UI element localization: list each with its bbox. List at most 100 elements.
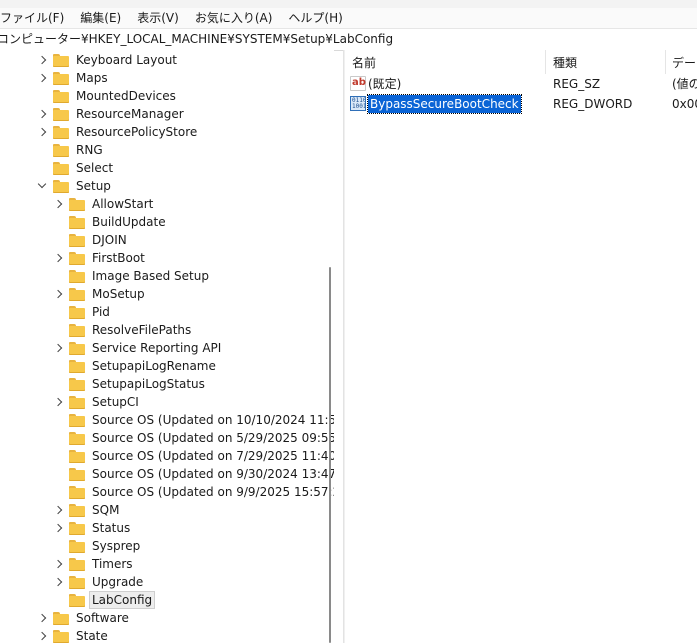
tree-item[interactable]: Upgrade [53,573,145,591]
tree-item[interactable]: Source OS (Updated on 10/10/2024 11:54:0… [53,411,334,429]
column-divider[interactable] [665,50,666,74]
folder-icon [53,161,69,175]
folder-icon [69,395,85,409]
tree-item[interactable]: RNG [37,141,105,159]
tree-item[interactable]: SetupCI [53,393,141,411]
folder-icon [69,521,85,535]
folder-icon [69,287,85,301]
tree-item[interactable]: ResolveFilePaths [53,321,193,339]
tree-item-label: DJOIN [92,233,127,247]
tree-item-label: RNG [76,143,103,157]
tree-item[interactable]: Setup [37,177,113,195]
tree-item[interactable]: Select [37,159,115,177]
expand-chevron-icon[interactable] [37,51,49,69]
collapse-chevron-icon[interactable] [37,177,49,195]
column-header-type[interactable]: 種類 [553,55,577,71]
expand-chevron-icon[interactable] [53,519,65,537]
expand-chevron-icon[interactable] [37,627,49,643]
expand-chevron-icon[interactable] [53,195,65,213]
tree-item[interactable]: FirstBoot [53,249,147,267]
no-expander [53,537,65,555]
tree-item[interactable]: Source OS (Updated on 5/29/2025 09:55:22… [53,429,334,447]
no-expander [37,87,49,105]
menu-item[interactable]: ファイル(F) [0,8,72,28]
tree-item-label: Source OS (Updated on 5/29/2025 09:55:22… [92,431,334,445]
expand-chevron-icon[interactable] [37,105,49,123]
tree-item[interactable]: Pid [53,303,112,321]
no-expander [53,267,65,285]
tree-item[interactable]: Software [37,609,131,627]
tree-item-label: Pid [92,305,110,319]
menu-item[interactable]: 表示(V) [129,8,187,28]
folder-icon [69,557,85,571]
tree-item[interactable]: ResourcePolicyStore [37,123,199,141]
tree-item[interactable]: Source OS (Updated on 9/9/2025 15:57:29) [53,483,334,501]
folder-icon [69,503,85,517]
expand-chevron-icon[interactable] [53,573,65,591]
tree-item[interactable]: Status [53,519,132,537]
value-data: (値の [672,77,697,91]
column-header-name[interactable]: 名前 [352,55,376,71]
menu-bar: ファイル(F) 編集(E) 表示(V) お気に入り(A) ヘルプ(H) [0,8,697,28]
folder-icon [53,53,69,67]
folder-icon [69,377,85,391]
tree-item[interactable]: Sysprep [53,537,142,555]
tree-item[interactable]: Keyboard Layout [37,51,179,69]
expand-chevron-icon[interactable] [53,285,65,303]
tree-item-label: SetupCI [92,395,139,409]
folder-icon [69,413,85,427]
address-path[interactable]: コンピューター¥HKEY_LOCAL_MACHINE¥SYSTEM¥Setup¥… [0,32,393,46]
expand-chevron-icon[interactable] [53,339,65,357]
expand-chevron-icon[interactable] [53,249,65,267]
folder-icon [69,215,85,229]
value-row[interactable]: ab (既定) REG_SZ (値の [345,75,697,93]
folder-icon [53,89,69,103]
tree-item[interactable]: SetupapiLogRename [53,357,218,375]
address-bar[interactable]: コンピューター¥HKEY_LOCAL_MACHINE¥SYSTEM¥Setup¥… [0,28,697,51]
tree-item[interactable]: Service Reporting API [53,339,223,357]
folder-icon [69,485,85,499]
folder-icon [69,467,85,481]
tree-item-label: ResourceManager [76,107,184,121]
tree-item-label: Maps [76,71,108,85]
tree-item-label: Source OS (Updated on 9/30/2024 13:47:53… [92,467,334,481]
tree-item[interactable]: LabConfig [53,591,156,609]
tree-item-label: Source OS (Updated on 9/9/2025 15:57:29) [92,485,334,499]
column-header-data[interactable]: データ [672,55,697,71]
expand-chevron-icon[interactable] [53,501,65,519]
menu-item[interactable]: ヘルプ(H) [280,8,350,28]
tree-item[interactable]: Timers [53,555,135,573]
tree-item[interactable]: Maps [37,69,110,87]
value-type: REG_DWORD [553,97,633,111]
no-expander [37,159,49,177]
tree-item[interactable]: State [37,627,110,643]
value-row[interactable]: 0110 1001 BypassSecureBootCheck REG_DWORD 0… [345,94,697,114]
tree-item[interactable]: AllowStart [53,195,155,213]
tree-item[interactable]: DJOIN [53,231,129,249]
expand-chevron-icon[interactable] [37,69,49,87]
tree-item-label: Source OS (Updated on 7/29/2025 11:40:06… [92,449,334,463]
tree-item-label: Select [76,161,114,175]
tree-item[interactable]: Source OS (Updated on 7/29/2025 11:40:06… [53,447,334,465]
tree-item[interactable]: Image Based Setup [53,267,211,285]
tree-scrollbar[interactable] [329,267,331,643]
tree-item[interactable]: MoSetup [53,285,147,303]
expand-chevron-icon[interactable] [37,609,49,627]
tree-item-label: Software [76,611,129,625]
tree-item[interactable]: ResourceManager [37,105,186,123]
column-divider[interactable] [545,50,546,74]
expand-chevron-icon[interactable] [53,555,65,573]
menu-item[interactable]: お気に入り(A) [187,8,281,28]
tree-item[interactable]: Source OS (Updated on 9/30/2024 13:47:53… [53,465,334,483]
tree-item[interactable]: SQM [53,501,121,519]
window-top-strip [0,0,697,8]
tree-item[interactable]: BuildUpdate [53,213,168,231]
expand-chevron-icon[interactable] [53,393,65,411]
no-expander [53,357,65,375]
no-expander [53,429,65,447]
menu-item[interactable]: 編集(E) [72,8,129,28]
tree-item[interactable]: MountedDevices [37,87,178,105]
folder-icon [53,179,69,193]
tree-item[interactable]: SetupapiLogStatus [53,375,207,393]
expand-chevron-icon[interactable] [37,123,49,141]
